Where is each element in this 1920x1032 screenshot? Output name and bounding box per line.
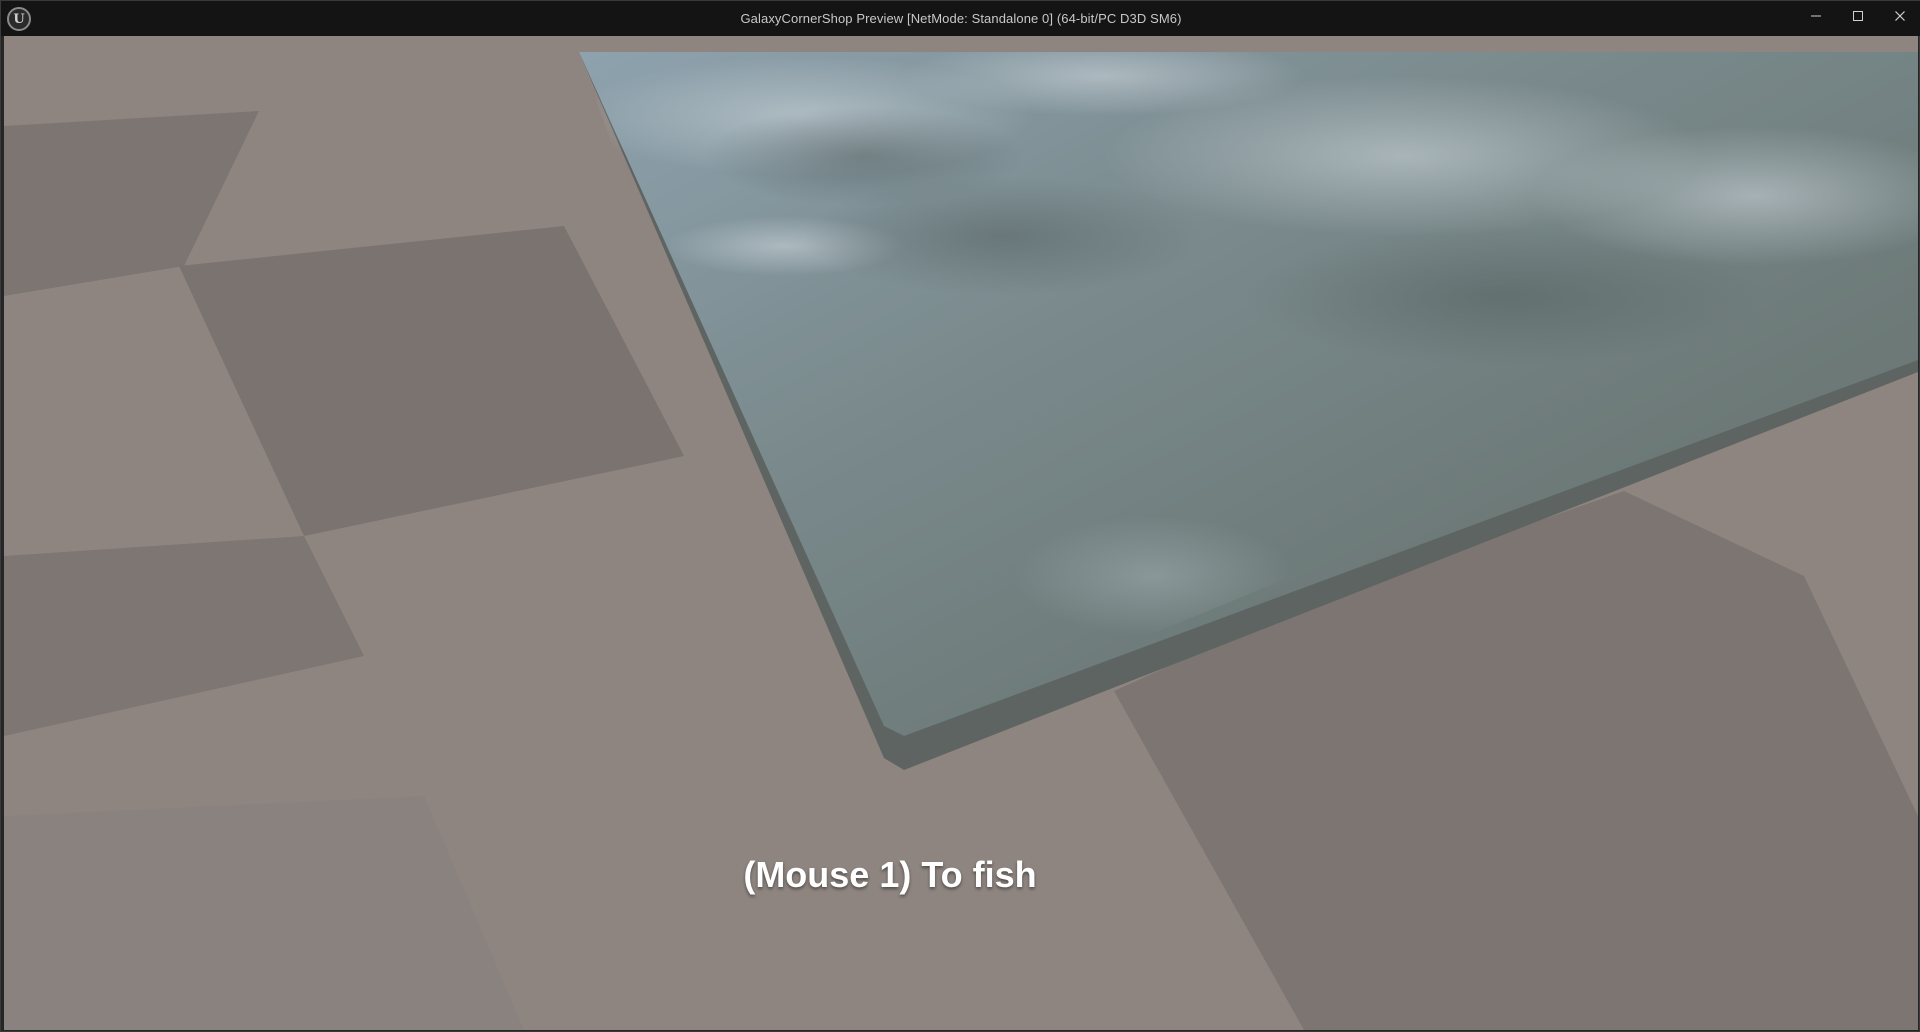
interaction-prompt: (Mouse 1) To fish (743, 854, 1037, 895)
game-window: U GalaxyCornerShop Preview [NetMode: Sta… (0, 0, 1920, 1032)
window-title: GalaxyCornerShop Preview [NetMode: Stand… (740, 11, 1182, 26)
close-button[interactable] (1879, 1, 1920, 31)
maximize-icon (1853, 11, 1863, 21)
close-icon (1895, 11, 1905, 21)
window-controls (1795, 1, 1920, 31)
game-viewport[interactable]: (Mouse 1) To fish (4, 36, 1918, 1030)
minimize-button[interactable] (1795, 1, 1837, 31)
title-bar[interactable]: U GalaxyCornerShop Preview [NetMode: Sta… (1, 1, 1920, 36)
maximize-button[interactable] (1837, 1, 1879, 31)
minimize-icon (1811, 15, 1821, 17)
unreal-logo-icon: U (7, 7, 31, 31)
